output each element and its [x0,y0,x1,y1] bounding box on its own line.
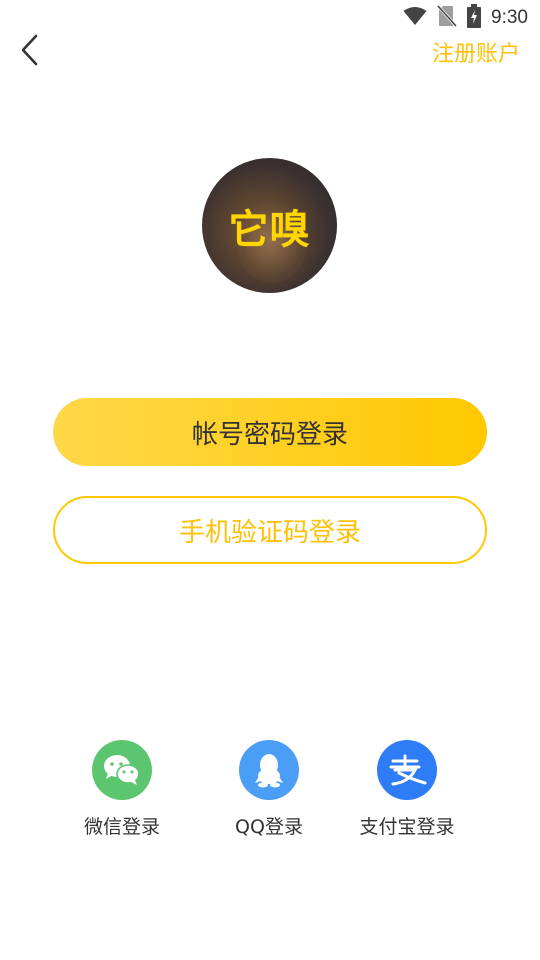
status-time: 9:30 [491,7,528,28]
status-bar: 9:30 [0,0,540,36]
back-button[interactable] [12,32,48,72]
sms-login-button[interactable]: 手机验证码登录 [53,496,487,564]
battery-charging-icon [467,4,482,32]
no-sim-icon [436,4,458,31]
qq-login-label: QQ登录 [235,816,303,838]
wechat-login-button[interactable]: 微信登录 [57,740,187,839]
wechat-login-label: 微信登录 [83,816,160,838]
register-account-link[interactable]: 注册账户 [432,36,520,68]
wifi-icon [403,6,427,30]
app-logo-avatar: 它嗅 [202,158,337,293]
qq-login-button[interactable]: QQ登录 [204,740,334,839]
alipay-login-label: 支付宝登录 [359,816,455,838]
login-screen: 9:30 注册账户 它嗅 帐号密码登录 手机验证码登录 微信登录 QQ登录 支付… [0,0,540,960]
password-login-label: 帐号密码登录 [191,419,348,450]
alipay-login-button[interactable]: 支付宝登录 [342,740,472,839]
sms-login-label: 手机验证码登录 [178,517,361,548]
qq-icon [239,740,299,800]
password-login-button[interactable]: 帐号密码登录 [53,398,487,466]
alipay-icon [377,740,437,800]
chevron-left-icon [20,34,40,70]
social-login-row: 微信登录 QQ登录 支付宝登录 [0,740,540,840]
status-icons: 9:30 [403,4,528,32]
wechat-icon [92,740,152,800]
logo-text: 它嗅 [228,206,311,253]
